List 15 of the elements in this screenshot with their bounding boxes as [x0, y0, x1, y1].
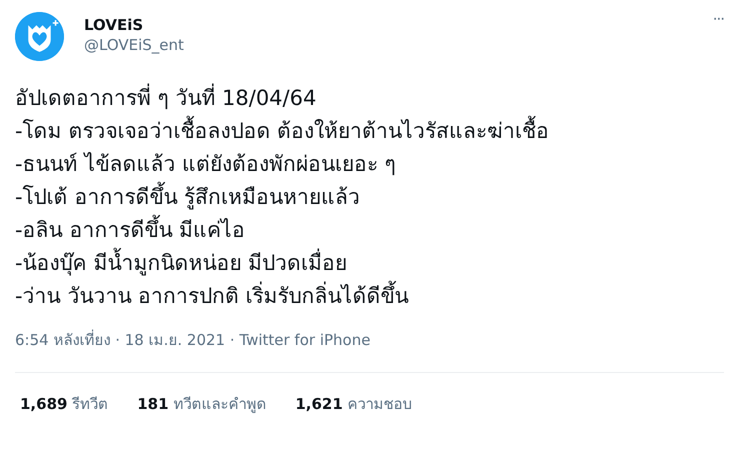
more-button[interactable]: ···	[712, 12, 724, 27]
tweet-line: -โปเต้ อาการดีขึ้น รู้สึกเหมือนหายแล้ว	[15, 181, 724, 214]
tweet-line: -ว่าน วันวาน อาการปกติ เริ่มรับกลิ่นได้ดีขึ้น	[15, 280, 724, 313]
tweet-line: -ธนนท์ ไข้ลดแล้ว แต่ยังต้องพักผ่อนเยอะ ๆ	[15, 151, 397, 178]
tweet-line: -อลิน อาการดีขึ้น มีแค่ไอ	[15, 214, 724, 247]
stat-link[interactable]: 181 ทวีตและคำพูด	[137, 392, 266, 415]
stat-link[interactable]: 1,689 รีทวีต	[20, 392, 108, 415]
author-handle[interactable]: @LOVEiS_ent	[84, 35, 697, 55]
tweet-line: -โดม ตรวจเจอว่าเชื้อลงปอด ต้องให้ยาต้านไวรัสและฆ่าเชื้อ	[15, 115, 724, 148]
tweet-meta: 6:54 หลังเที่ยง · 18 เม.ย. 2021 · Twitter for iPhone	[15, 329, 372, 351]
avatar-icon[interactable]	[15, 12, 64, 61]
tweet-line: -น้องบุ๊ค มีน้ำมูกนิดหน่อย มีปวดเมื่อย	[15, 247, 724, 280]
author-name[interactable]: LOVEiS	[84, 15, 697, 35]
stat-link[interactable]: 1,621 ความชอบ	[295, 392, 413, 415]
tweet-line: อัปเดตอาการพี่ ๆ วันที่ 18/04/64	[15, 82, 724, 115]
